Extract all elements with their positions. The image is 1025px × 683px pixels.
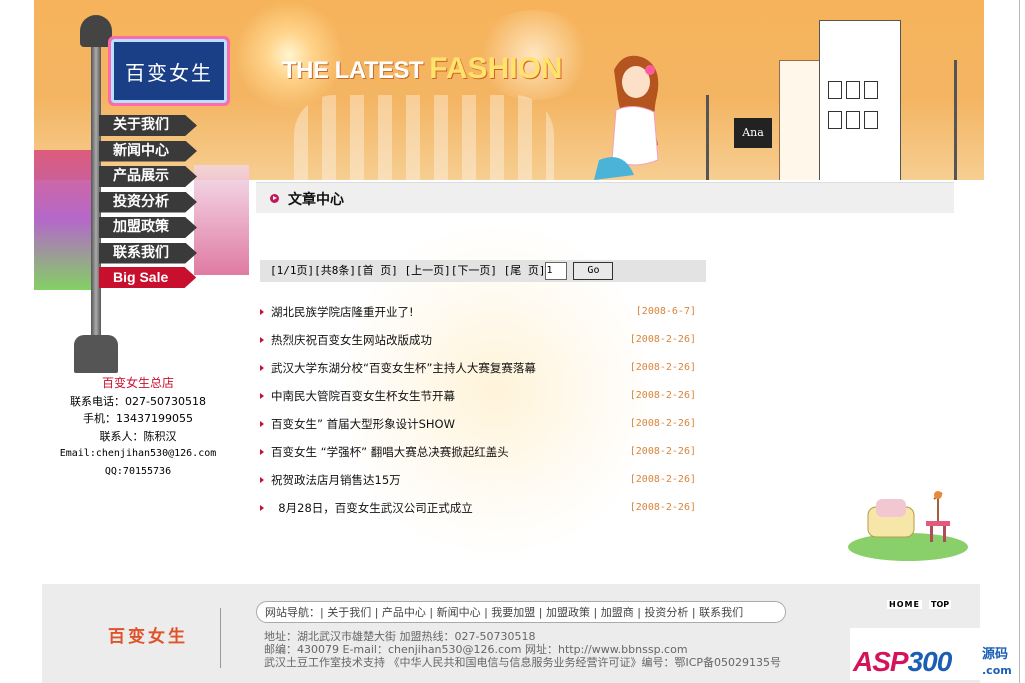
contact-phone: 联系电话：027-50730518 (70, 394, 206, 408)
footer-copyright: 武汉土豆工作室技术支持 《中华人民共和国电信与信息服务业务经营许可证》编号：鄂I… (264, 656, 782, 669)
section-header: 文章中心 (256, 182, 954, 213)
watermark-yuanma: 源码 (982, 647, 1009, 662)
article-title[interactable]: 祝贺政法店月销售达15万 (271, 470, 401, 490)
arrow-icon (260, 365, 264, 371)
list-item[interactable]: 百变女生” 首届大型形象设计SHOW [2008-2-26] (256, 414, 702, 442)
site-logo[interactable]: 百变女生 (108, 36, 230, 106)
watermark-asp: ASP (853, 646, 909, 677)
footer-nav[interactable]: 网站导航：| 关于我们 | 产品中心 | 新闻中心 | 我要加盟 | 加盟政策 … (256, 601, 786, 623)
article-title[interactable]: 百变女生” 首届大型形象设计SHOW (271, 414, 455, 434)
watermark-300: 300 (907, 646, 953, 677)
article-title[interactable]: 中南民大管院百变女生杯女生节开幕 (271, 386, 455, 406)
top-button[interactable]: TOP (929, 600, 952, 609)
arrow-icon (260, 337, 264, 343)
crowd-silhouettes (294, 95, 554, 180)
article-title[interactable]: 武汉大学东湖分校“百变女生杯”主持人大赛复赛落幕 (271, 358, 536, 378)
arrow-icon (260, 309, 264, 315)
nav-item-about[interactable]: 关于我们 (99, 114, 197, 139)
article-date: [2008-2-26] (629, 502, 696, 513)
shop-front (194, 165, 249, 275)
list-item[interactable]: 祝贺政法店月销售达15万 [2008-2-26] (256, 470, 702, 498)
street-lamp (706, 95, 709, 180)
contact-mobile: 手机：13437199055 (83, 412, 193, 425)
home-button[interactable]: HOME (887, 600, 922, 609)
nav-item-franchise[interactable]: 加盟政策 (99, 216, 197, 241)
store-name: 百变女生总店 (101, 376, 174, 390)
nav-sign[interactable]: 产品展示 (99, 166, 197, 187)
list-item[interactable]: 武汉大学东湖分校“百变女生杯”主持人大赛复赛落幕 [2008-2-26] (256, 358, 702, 386)
footer-address-block: 地址：湖北武汉市雄楚大街 加盟热线：027-50730518 邮编：430079… (264, 630, 781, 669)
contact-info: 百变女生总店 联系电话：027-50730518 手机：13437199055 … (34, 375, 242, 480)
go-button[interactable]: Go (573, 262, 614, 280)
section-title: 文章中心 (288, 192, 344, 208)
nav-sign[interactable]: 关于我们 (99, 115, 197, 136)
tagline-fashion: FASHION (429, 52, 563, 85)
watermark-logo: ASP300 (853, 646, 953, 678)
list-item[interactable]: 湖北民族学院店隆重开业了! [2008-6-7] (256, 302, 702, 330)
footer: 百变女生 网站导航：| 关于我们 | 产品中心 | 新闻中心 | 我要加盟 | … (42, 584, 980, 683)
street-lamp (954, 60, 957, 180)
left-street-decoration: 百变女生 关于我们 新闻中心 产品展示 投资分析 加盟政策 联系我们 Big S… (34, 0, 254, 373)
footer-contact: 邮编：430079 E-mail：chenjihan530@126.com 网址… (264, 643, 688, 656)
page-number-input[interactable]: 1 (545, 262, 568, 280)
nav-sign[interactable]: 新闻中心 (99, 140, 197, 162)
big-sale-sign[interactable]: Big Sale (99, 267, 197, 288)
article-date: [2008-2-26] (629, 446, 696, 457)
nav-item-big-sale[interactable]: Big Sale (99, 267, 197, 292)
sofa-illustration (848, 491, 968, 561)
tagline-latest: THE LATEST (282, 57, 424, 84)
contact-qq: QQ:70155736 (104, 465, 172, 477)
shop-sign: Ana (734, 118, 772, 148)
article-date: [2008-2-26] (629, 418, 696, 429)
article-list: 湖北民族学院店隆重开业了! [2008-6-7] 热烈庆祝百变女生网站改版成功 [2… (256, 302, 702, 526)
arrow-icon (260, 477, 264, 483)
article-date: [2008-2-26] (629, 474, 696, 485)
contact-person: 联系人：陈积汉 (99, 429, 177, 443)
article-title[interactable]: 百变女生 “学强杯” 翻唱大赛总决赛掀起红盖头 (271, 442, 509, 462)
footer-address: 地址：湖北武汉市雄楚大街 加盟热线：027-50730518 (264, 630, 536, 643)
nav-item-news[interactable]: 新闻中心 (99, 140, 197, 165)
pagination: [1/1页][共8条][首 页] [上一页][下一页] [尾 页]1 Go (260, 260, 706, 282)
nav-sign[interactable]: 加盟政策 (99, 217, 197, 238)
list-item[interactable]: 中南民大管院百变女生杯女生节开幕 [2008-2-26] (256, 386, 702, 414)
list-item[interactable]: 8月28日，百变女生武汉公司正式成立 [2008-2-26] (256, 498, 702, 526)
arrow-icon (260, 421, 264, 427)
page: THE LATEST FASHION Ana 百变女生 关于我们 新闻中心 产品… (34, 0, 984, 683)
list-item[interactable]: 百变女生 “学强杯” 翻唱大赛总决赛掀起红盖头 [2008-2-26] (256, 442, 702, 470)
building (819, 20, 901, 180)
article-date: [2008-2-26] (629, 390, 696, 401)
nav-item-contact[interactable]: 联系我们 (99, 242, 197, 267)
asp300-watermark: ASP300 源码 .com (850, 628, 1018, 680)
contact-email: Email:chenjihan530@126.com (59, 448, 217, 459)
article-date: [2008-6-7] (635, 306, 696, 317)
article-date: [2008-2-26] (629, 334, 696, 345)
banner-tagline: THE LATEST FASHION (282, 52, 563, 86)
fashion-girl-illustration (594, 55, 659, 180)
window-edge (1019, 0, 1020, 683)
main-nav: 关于我们 新闻中心 产品展示 投资分析 加盟政策 联系我们 Big Sale (99, 114, 197, 293)
shop-front (34, 150, 94, 290)
arrow-icon (260, 393, 264, 399)
footer-brand: 百变女生 (108, 627, 188, 647)
nav-item-investment[interactable]: 投资分析 (99, 191, 197, 216)
article-date: [2008-2-26] (629, 362, 696, 373)
article-title[interactable]: 湖北民族学院店隆重开业了! (271, 302, 414, 322)
list-item[interactable]: 热烈庆祝百变女生网站改版成功 [2008-2-26] (256, 330, 702, 358)
article-title[interactable]: 热烈庆祝百变女生网站改版成功 (271, 330, 432, 350)
pagination-text[interactable]: [1/1页][共8条][首 页] [上一页][下一页] [尾 页] (270, 264, 545, 277)
article-title[interactable]: 8月28日，百变女生武汉公司正式成立 (271, 498, 472, 518)
arrow-icon (260, 449, 264, 455)
divider (220, 608, 221, 668)
arrow-icon (260, 505, 264, 511)
bullet-icon (270, 194, 279, 203)
nav-sign[interactable]: 投资分析 (99, 191, 197, 213)
nav-item-products[interactable]: 产品展示 (99, 165, 197, 190)
nav-sign[interactable]: 联系我们 (99, 242, 197, 264)
lamp-base (74, 335, 118, 373)
watermark-com: .com (982, 664, 1012, 677)
